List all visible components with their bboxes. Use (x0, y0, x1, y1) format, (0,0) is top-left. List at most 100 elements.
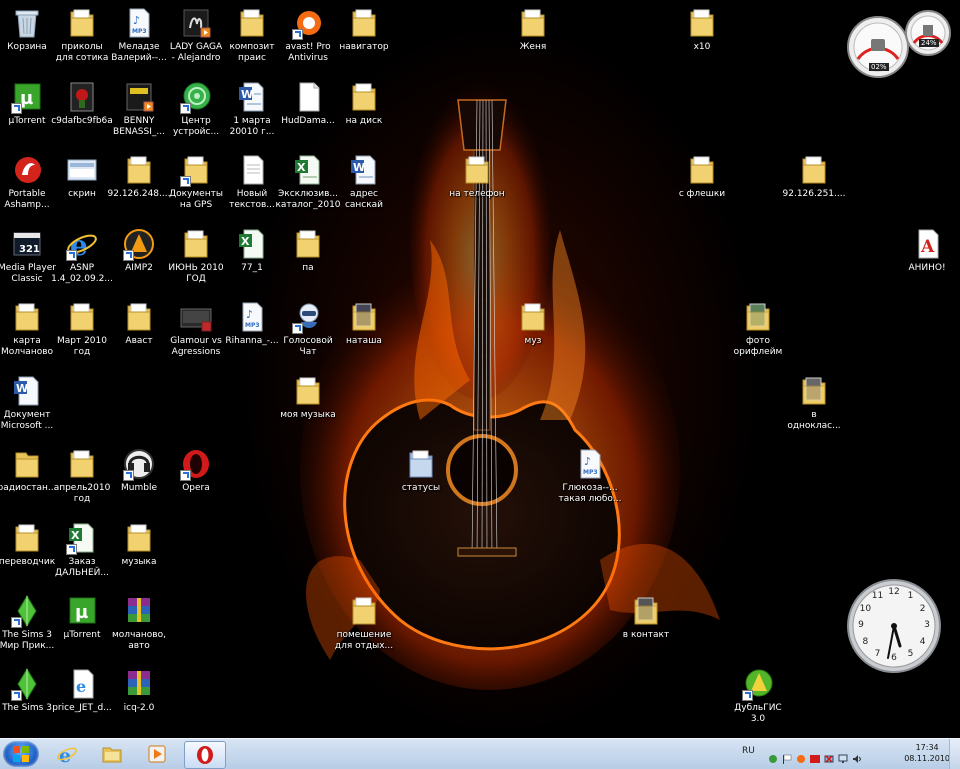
desktop-icon-folder[interactable]: моя музыка (273, 374, 343, 421)
sims-icon (10, 594, 44, 628)
folder-icon (347, 300, 381, 334)
folder-icon (516, 6, 550, 40)
flag-icon[interactable] (782, 749, 792, 764)
desktop-icon-folder[interactable]: музыка (104, 521, 174, 568)
cpu-meter-gadget[interactable]: 02% 24% (846, 7, 956, 79)
desktop-icon-folder[interactable]: в однoклас... (779, 374, 849, 432)
avast-tray-icon[interactable] (796, 749, 806, 763)
taskbar-clock[interactable]: 17:34 08.11.2010 (904, 742, 950, 764)
svg-text:W: W (241, 88, 253, 101)
svg-text:♪: ♪ (246, 308, 253, 321)
folder-icon (404, 447, 438, 481)
opera-icon (179, 447, 213, 481)
folder-icon (10, 447, 44, 481)
desktop-icon-folder[interactable]: Женя (498, 6, 568, 53)
desktop-icon-folder[interactable]: помешение для отдых... (329, 594, 399, 652)
svg-text:e: e (76, 677, 86, 696)
refresh-icon[interactable] (768, 749, 778, 763)
voice-chat-icon (291, 300, 325, 334)
opera-icon (197, 746, 213, 764)
svg-text:MP3: MP3 (245, 322, 260, 329)
recycle-bin-icon (10, 6, 44, 40)
clock-gadget[interactable]: 12 1 2 3 4 5 6 7 8 9 10 11 (846, 578, 942, 674)
desktop-icon-folder[interactable]: на диск (329, 80, 399, 127)
desktop-icon-folder[interactable]: x10 (667, 6, 737, 53)
desktop-icon-pdf[interactable]: A АНИНО! (892, 227, 960, 274)
desktop-icon-folder[interactable]: в контакт (611, 594, 681, 641)
desktop-icon-folder[interactable]: навигатор (329, 6, 399, 53)
excel-icon: X (235, 227, 269, 261)
ati-icon[interactable] (810, 749, 820, 763)
media-player-icon (148, 745, 166, 763)
folder-icon (347, 6, 381, 40)
desktop-icon-folder[interactable]: наташа (329, 300, 399, 347)
svg-text:e: e (59, 745, 71, 765)
taskbar-media-player-button[interactable] (137, 741, 177, 767)
svg-text:321: 321 (19, 244, 40, 255)
desktop-icon-folder[interactable]: статусы (386, 447, 456, 494)
folder-icon (122, 521, 156, 555)
taskbar-ie-button[interactable]: e (47, 741, 87, 767)
desktop-icon-folder[interactable]: на телефон (442, 153, 512, 200)
ram-usage-readout: 24% (919, 39, 939, 47)
show-desktop-button[interactable] (949, 739, 960, 769)
clock-numeral: 11 (871, 591, 884, 602)
mp3-icon: ♪ MP3 (573, 447, 607, 481)
desktop-icon-folder[interactable]: муз (498, 300, 568, 347)
desktop-icon-winrar[interactable]: icq-2.0 (104, 667, 174, 714)
start-button[interactable] (3, 741, 39, 767)
mp3-icon: ♪ MP3 (235, 300, 269, 334)
icon-label: фото орифлейм (733, 336, 783, 357)
desktop-icon-folder[interactable]: 92.126.251.... (779, 153, 849, 200)
icon-label: с флешки (678, 189, 726, 199)
desktop-icon-word-doc[interactable]: W адрес санскай (329, 153, 399, 211)
clock-numeral: 7 (874, 648, 881, 659)
icon-label: муз (524, 336, 542, 346)
video-icon (179, 300, 213, 334)
clock-numeral: 4 (919, 636, 926, 647)
folder-icon (235, 6, 269, 40)
word-doc-icon: W (235, 80, 269, 114)
ashampoo-icon (10, 153, 44, 187)
svg-text:W: W (16, 382, 28, 395)
desktop-icon-folder[interactable]: па (273, 227, 343, 274)
clock-numeral: 9 (858, 620, 864, 630)
svg-text:♪: ♪ (133, 14, 140, 27)
desktop[interactable]: Корзина приколы для сотика ♪ MP3 Меладзе … (0, 0, 960, 738)
windows-logo-icon (13, 746, 29, 762)
desktop-icon-folder[interactable]: фото орифлейм (723, 300, 793, 358)
icon-label: АНИНО! (908, 263, 946, 273)
clock-numeral: 10 (859, 603, 872, 614)
taskbar-time: 17:34 (915, 743, 939, 752)
folder-icon (347, 80, 381, 114)
desktop-icon-folder[interactable]: с флешки (667, 153, 737, 200)
clock-numeral: 2 (919, 603, 926, 614)
network-icon[interactable] (824, 749, 834, 763)
folder-icon (10, 300, 44, 334)
winrar-icon (122, 594, 156, 628)
icon-label: на диск (345, 116, 383, 126)
svg-text:µ: µ (75, 602, 88, 623)
desktop-icon-word-doc[interactable]: W Документ Microsoft ... (0, 374, 62, 432)
desktop-icon-dublgis[interactable]: ДубльГИС 3.0 (723, 667, 793, 725)
volume-icon[interactable] (852, 749, 862, 763)
desktop-icon-opera[interactable]: Opera (161, 447, 231, 494)
sims-icon (10, 667, 44, 701)
icon-label: навигатор (339, 42, 389, 52)
pdf-icon: A (910, 227, 944, 261)
device-center-icon (179, 80, 213, 114)
clock-numeral: 3 (924, 620, 930, 630)
taskbar-opera-button[interactable] (184, 741, 226, 769)
excel-icon: X (65, 521, 99, 555)
clock-numeral: 8 (862, 636, 869, 647)
display-icon[interactable] (838, 749, 848, 763)
clock-numeral: 6 (891, 653, 897, 663)
desktop-icon-mp3[interactable]: ♪ MP3 Глюкоза--... такая любо... (555, 447, 625, 505)
svg-text:W: W (353, 161, 365, 174)
word-doc-icon: W (10, 374, 44, 408)
language-indicator[interactable]: RU (742, 746, 755, 756)
folder-icon (291, 227, 325, 261)
desktop-icon-winrar[interactable]: молчаново, авто (104, 594, 174, 652)
taskbar-explorer-button[interactable] (92, 741, 132, 767)
word-doc-icon: W (347, 153, 381, 187)
